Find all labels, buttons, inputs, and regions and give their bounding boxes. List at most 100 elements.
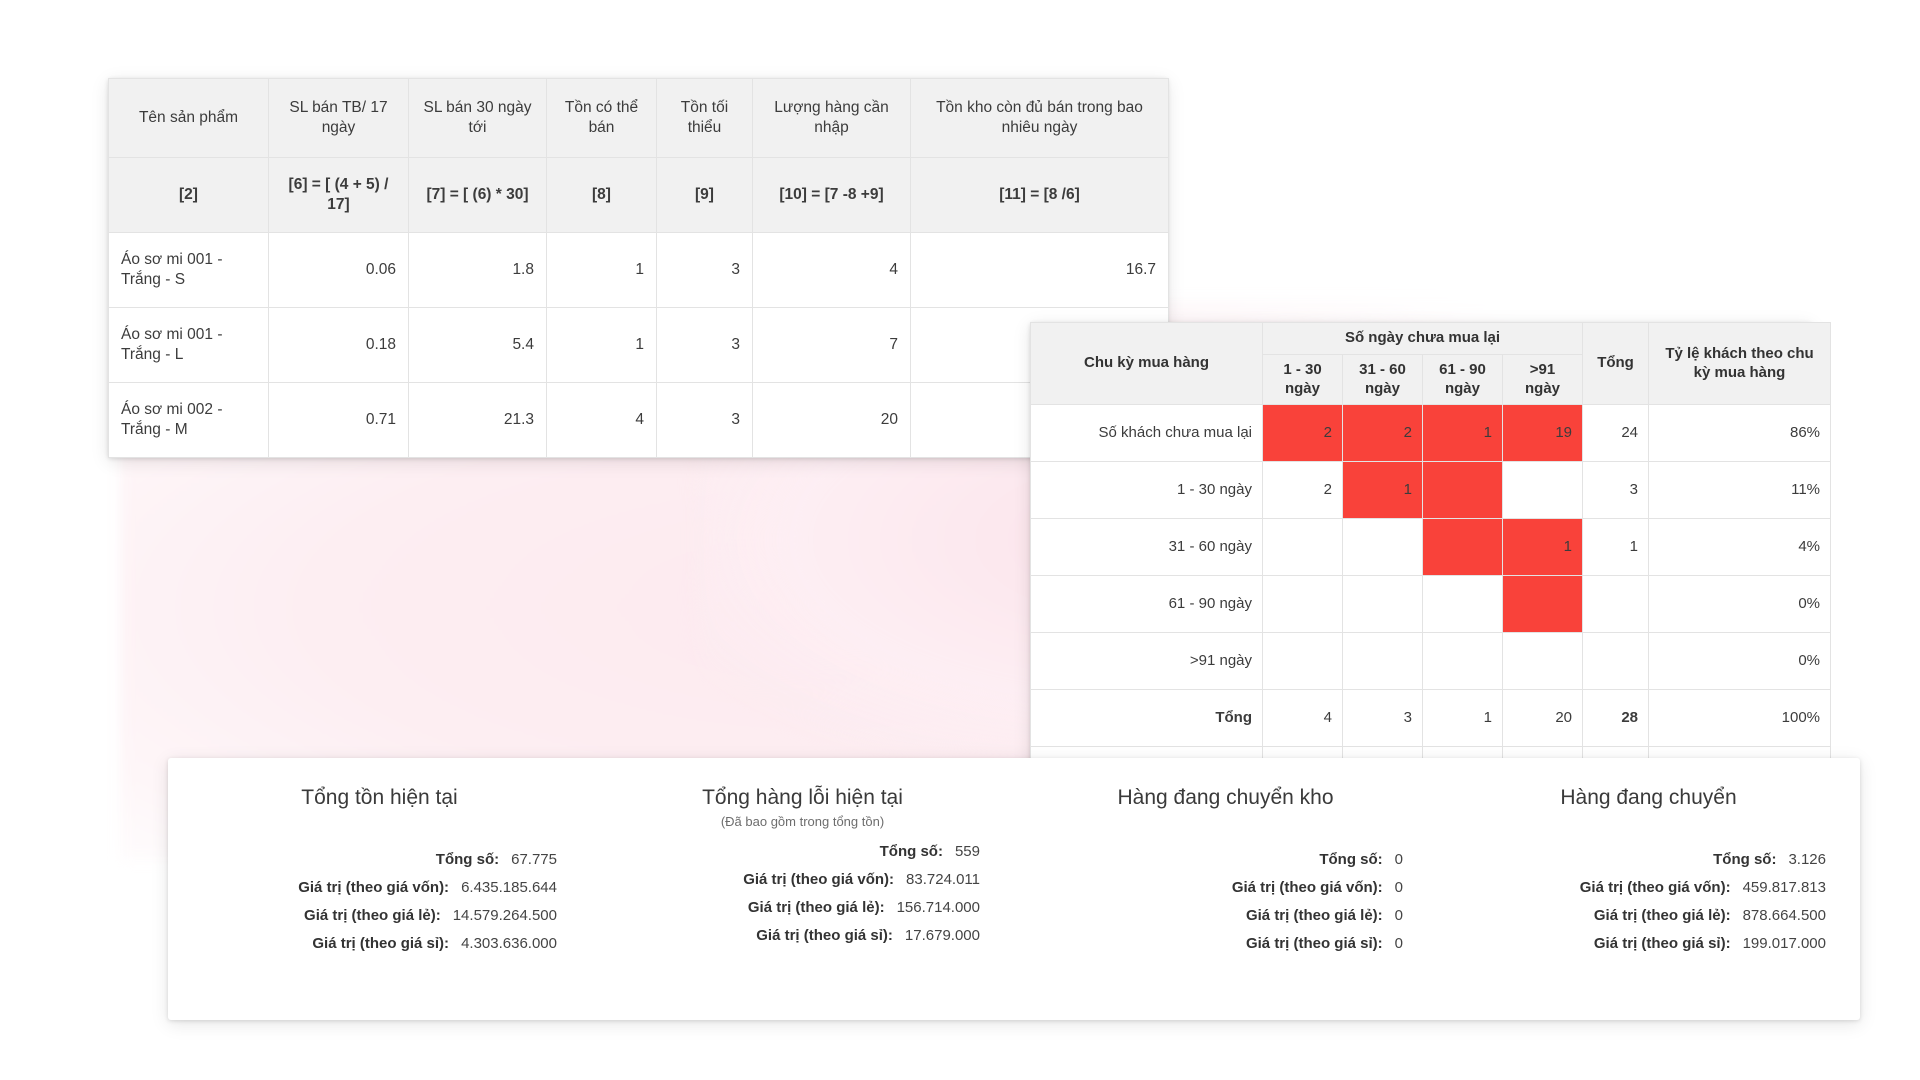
summary-line-label: Tổng số: [880,843,943,860]
summary-column: Tổng tồn hiện tạiTổng số:67.775Giá trị (… [168,758,591,1020]
cohort-cell [1423,633,1503,690]
product-table-header-row: Tên sản phẩm SL bán TB/ 17 ngày SL bán 3… [109,79,1169,158]
cohort-row-ratio: 100% [1649,690,1831,747]
cohort-cell [1263,519,1343,576]
cohort-cell [1263,633,1343,690]
cohort-row[interactable]: 31 - 60 ngày114% [1031,519,1831,576]
summary-line-value: 878.664.500 [1743,907,1826,924]
cell-sellable-stock: 4 [547,383,657,458]
cohort-cell: 20 [1503,690,1583,747]
summary-line: Giá trị (theo giá lẻ): 0 [1048,907,1403,924]
cohort-subheader-1-30: 1 - 30 ngày [1263,354,1343,405]
summary-title: Tổng hàng lỗi hiện tại [625,786,980,810]
product-restock-table-card: Tên sản phẩm SL bán TB/ 17 ngày SL bán 3… [108,78,1168,458]
cohort-cell [1423,576,1503,633]
summary-line-value: 0 [1395,907,1403,924]
cohort-cell [1343,519,1423,576]
summary-column: Hàng đang chuyển Tổng số: 3.126 Giá trị (th… [1437,758,1860,1020]
cohort-subheader-31-60: 31 - 60 ngày [1343,354,1423,405]
repurchase-cohort-table-card: Chu kỳ mua hàng Số ngày chưa mua lại Tổn… [1030,322,1812,804]
summary-line: Giá trị (theo giá lẻ): 14.579.264.500 [202,907,557,924]
cohort-group-header-row: Chu kỳ mua hàng Số ngày chưa mua lại Tổn… [1031,323,1831,355]
summary-line-label: Tổng số: [1319,851,1382,868]
cohort-row-total: 28 [1583,690,1649,747]
summary-line-value: 6.435.185.644 [461,879,557,896]
table-row[interactable]: Áo sơ mi 001 - Trắng - L 0.18 5.4 1 3 7 … [109,308,1169,383]
cohort-cell [1503,633,1583,690]
cohort-cell [1503,462,1583,519]
table-row[interactable]: Áo sơ mi 001 - Trắng - S 0.06 1.8 1 3 4 … [109,233,1169,308]
formula-avg-sales-17d: [6] = [ (4 + 5) / 17] [269,158,409,233]
summary-column: Hàng đang chuyển khoTổng số:0Giá trị (th… [1014,758,1437,1020]
formula-days-of-stock: [11] = [8 /6] [911,158,1169,233]
cell-required-import: 4 [753,233,911,308]
cohort-row-ratio: 0% [1649,633,1831,690]
summary-title: Tổng tồn hiện tại [202,786,557,810]
summary-line-label: Giá trị (theo giá vốn): [298,879,449,896]
cohort-row-label: 31 - 60 ngày [1031,519,1263,576]
cell-min-stock: 3 [657,383,753,458]
cohort-group-header: Số ngày chưa mua lại [1263,323,1583,355]
cell-sales-next-30d: 5.4 [409,308,547,383]
cohort-cell: 2 [1263,405,1343,462]
cohort-cell: 4 [1263,690,1343,747]
summary-line-label: Giá trị (theo giá lẻ): [1246,907,1383,924]
summary-line-value: 156.714.000 [897,899,980,916]
cohort-cell [1423,519,1503,576]
summary-line-value: 83.724.011 [906,871,980,888]
summary-line-label: Giá trị (theo giá lẻ): [304,907,441,924]
cohort-row-ratio: 4% [1649,519,1831,576]
cohort-corner-label: Chu kỳ mua hàng [1031,323,1263,405]
summary-line-value: 3.126 [1788,851,1826,868]
cohort-row[interactable]: Số khách chưa mua lại221192486% [1031,405,1831,462]
cohort-row-ratio: 86% [1649,405,1831,462]
summary-line-label: Giá trị (theo giá sỉ): [756,927,893,944]
cohort-row[interactable]: 1 - 30 ngày21311% [1031,462,1831,519]
col-header-required-import: Lượng hàng cần nhập [753,79,911,158]
summary-line-value: 459.817.813 [1743,879,1826,896]
cell-required-import: 20 [753,383,911,458]
cohort-row[interactable]: 61 - 90 ngày0% [1031,576,1831,633]
formula-min-stock: [9] [657,158,753,233]
summary-line-value: 14.579.264.500 [453,907,557,924]
summary-line: Giá trị (theo giá vốn):83.724.011 [625,871,980,888]
cohort-row[interactable]: >91 ngày0% [1031,633,1831,690]
summary-subtitle: (Đã bao gồm trong tổng tồn) [625,814,980,832]
summary-title: Hàng đang chuyển kho [1048,786,1403,810]
summary-line-label: Giá trị (theo giá vốn): [1232,879,1383,896]
summary-line: Tổng số: 3.126 [1471,851,1826,868]
cohort-row-total: 24 [1583,405,1649,462]
product-restock-table: Tên sản phẩm SL bán TB/ 17 ngày SL bán 3… [108,78,1169,458]
cohort-row-total [1583,576,1649,633]
cohort-row-total [1583,633,1649,690]
summary-column: Tổng hàng lỗi hiện tại (Đã bao gồm trong … [591,758,1014,1020]
summary-line-value: 559 [955,843,980,860]
summary-line: Giá trị (theo giá vốn):0 [1048,879,1403,896]
cohort-cell: 1 [1423,690,1503,747]
col-header-days-of-stock: Tồn kho còn đủ bán trong bao nhiêu ngày [911,79,1169,158]
cell-min-stock: 3 [657,308,753,383]
cell-sales-next-30d: 1.8 [409,233,547,308]
cell-days-of-stock: 16.7 [911,233,1169,308]
cohort-row-label: Số khách chưa mua lại [1031,405,1263,462]
cohort-row-ratio: 11% [1649,462,1831,519]
summary-title: Hàng đang chuyển [1471,786,1826,810]
summary-line: Giá trị (theo giá sỉ):199.017.000 [1471,935,1826,952]
cohort-subheader-61-90: 61 - 90 ngày [1423,354,1503,405]
summary-line-label: Giá trị (theo giá lẻ): [1594,907,1731,924]
repurchase-cohort-table: Chu kỳ mua hàng Số ngày chưa mua lại Tổn… [1030,322,1831,804]
cell-product-name: Áo sơ mi 001 - Trắng - L [109,308,269,383]
summary-line: Giá trị (theo giá vốn): 6.435.185.644 [202,879,557,896]
table-row[interactable]: Áo sơ mi 002 - Trắng - M 0.71 21.3 4 3 2… [109,383,1169,458]
cohort-row[interactable]: Tổng4312028100% [1031,690,1831,747]
summary-line-label: Tổng số: [1713,851,1776,868]
col-header-avg-sales-17d: SL bán TB/ 17 ngày [269,79,409,158]
summary-line: Giá trị (theo giá sỉ):17.679.000 [625,927,980,944]
cell-avg-sales-17d: 0.06 [269,233,409,308]
col-header-product-name: Tên sản phẩm [109,79,269,158]
cell-avg-sales-17d: 0.18 [269,308,409,383]
cohort-ratio-header: Tỷ lệ khách theo chu kỳ mua hàng [1649,323,1831,405]
summary-line: Tổng số: 559 [625,843,980,860]
formula-product-name: [2] [109,158,269,233]
summary-line-label: Giá trị (theo giá sỉ): [312,935,449,952]
